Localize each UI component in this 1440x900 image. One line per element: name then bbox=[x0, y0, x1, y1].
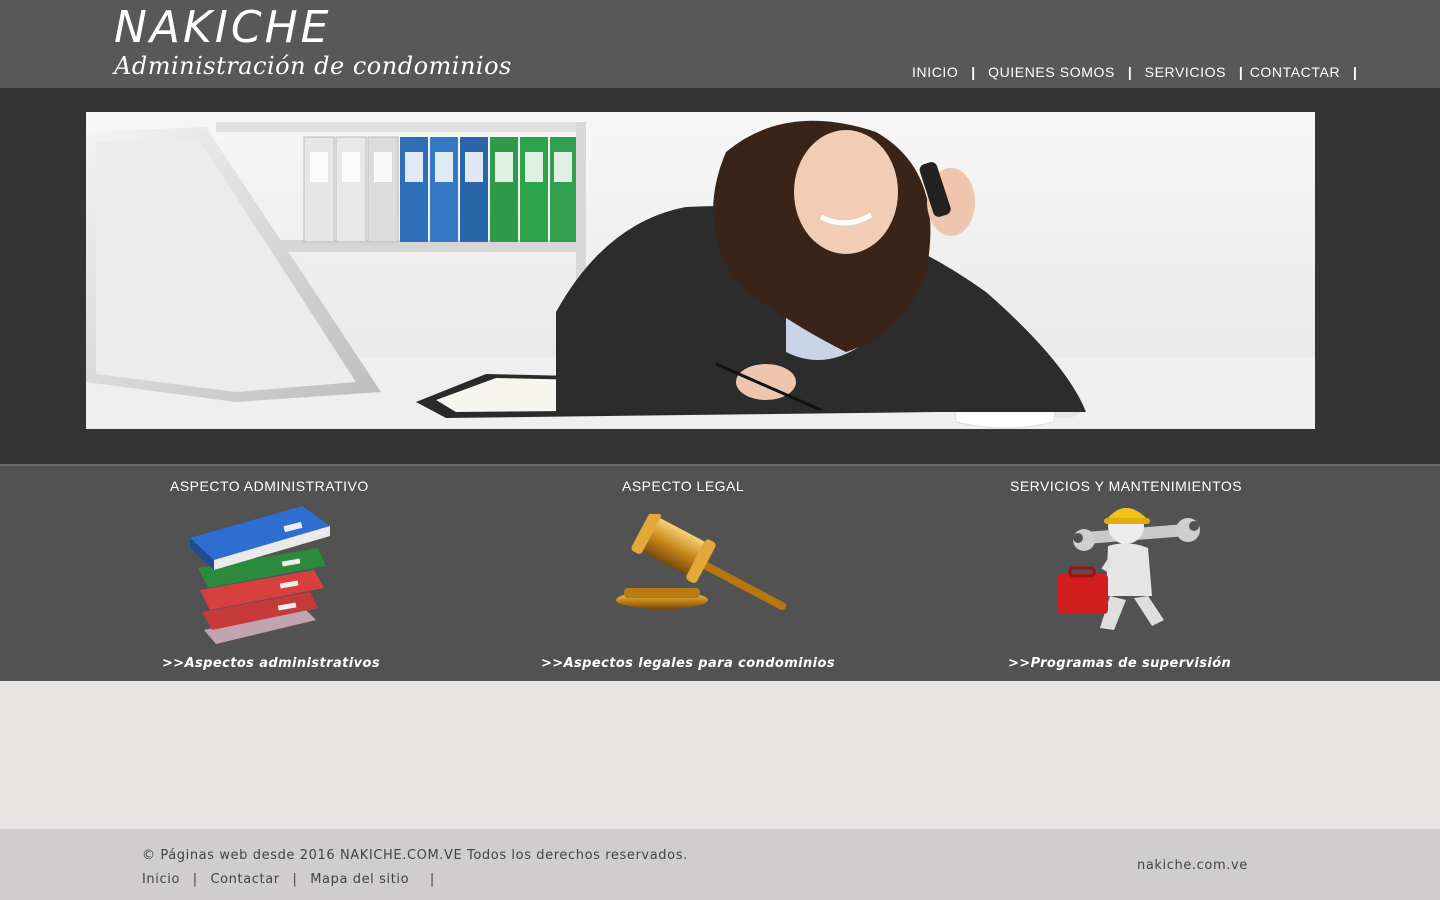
copyright-text: © Páginas web desde 2016 NAKICHE.COM.VE … bbox=[142, 848, 688, 863]
binders-stack-icon[interactable] bbox=[184, 500, 334, 650]
footer-link-mapa-del-sitio[interactable]: Mapa del sitio bbox=[310, 872, 409, 887]
main-nav: INICIO | QUIENES SOMOS | SERVICIOS | CON… bbox=[912, 64, 1366, 80]
nav-separator: | bbox=[1238, 64, 1243, 80]
feature-link-legales[interactable]: >>Aspectos legales para condominios bbox=[541, 656, 835, 671]
footer-separator: | bbox=[192, 872, 198, 887]
brand-logo[interactable]: NAKICHE bbox=[114, 2, 331, 53]
nav-quienes-somos[interactable]: QUIENES SOMOS bbox=[988, 64, 1115, 80]
nav-separator: | bbox=[971, 64, 976, 80]
feature-link-administrativos[interactable]: >>Aspectos administrativos bbox=[162, 656, 380, 671]
feature-title-legal: ASPECTO LEGAL bbox=[622, 478, 745, 494]
footer-separator: | bbox=[429, 872, 435, 887]
gavel-icon[interactable] bbox=[614, 514, 790, 614]
footer-link-contactar[interactable]: Contactar bbox=[210, 872, 279, 887]
footer-links: Inicio | Contactar | Mapa del sitio | bbox=[142, 872, 443, 887]
nav-contactar[interactable]: CONTACTAR bbox=[1250, 64, 1340, 80]
site-header: NAKICHE Administración de condominios IN… bbox=[0, 0, 1440, 88]
footer-separator: | bbox=[292, 872, 298, 887]
brand-tagline: Administración de condominios bbox=[114, 52, 512, 80]
hero-image bbox=[86, 112, 1315, 429]
nav-separator: | bbox=[1353, 64, 1357, 80]
feature-title-servicios: SERVICIOS Y MANTENIMIENTOS bbox=[1010, 478, 1243, 494]
site-footer: © Páginas web desde 2016 NAKICHE.COM.VE … bbox=[0, 829, 1440, 900]
footer-domain: nakiche.com.ve bbox=[1137, 858, 1248, 873]
footer-link-inicio[interactable]: Inicio bbox=[142, 872, 180, 887]
maintenance-worker-icon[interactable] bbox=[1056, 500, 1202, 634]
nav-separator: | bbox=[1127, 64, 1132, 80]
nav-inicio[interactable]: INICIO bbox=[912, 64, 958, 80]
feature-title-administrativo: ASPECTO ADMINISTRATIVO bbox=[170, 478, 369, 494]
features-section: ASPECTO ADMINISTRATIVO >>Aspectos admini… bbox=[0, 464, 1440, 681]
feature-link-supervision[interactable]: >>Programas de supervisión bbox=[1008, 656, 1231, 671]
nav-servicios[interactable]: SERVICIOS bbox=[1145, 64, 1226, 80]
woman-on-phone-office-photo bbox=[86, 112, 1315, 429]
